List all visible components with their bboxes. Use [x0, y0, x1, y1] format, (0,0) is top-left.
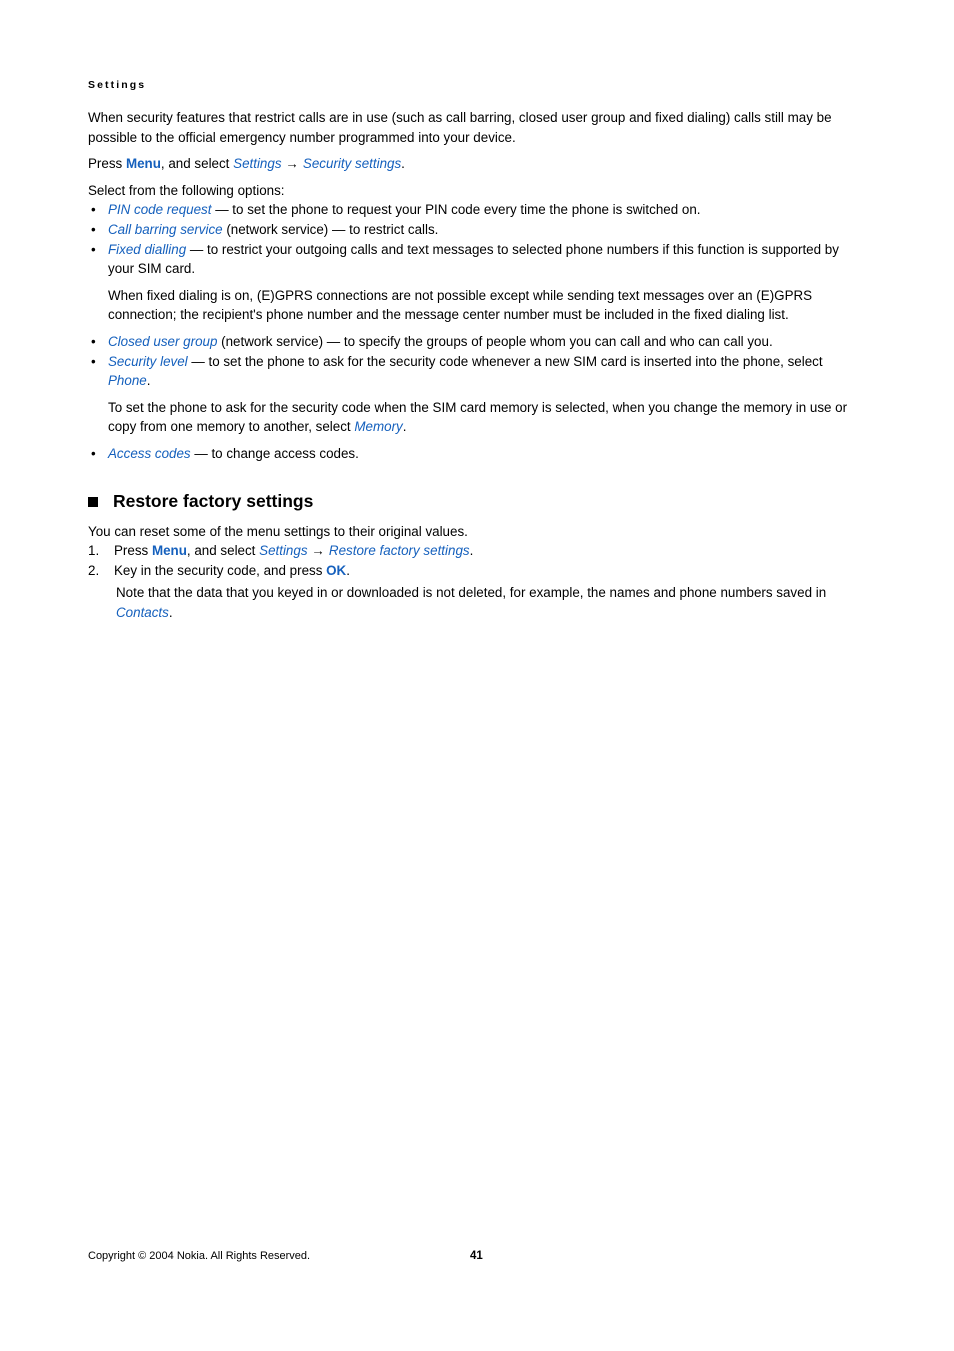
option-description: — to restrict your outgoing calls and te… [108, 241, 839, 277]
security-level-note-text: To set the phone to ask for the security… [108, 399, 848, 435]
list-item-call-barring-service: • Call barring service (network service) … [88, 220, 862, 240]
ok-key-label: OK [326, 562, 347, 578]
option-term: Closed user group [108, 333, 218, 349]
restore-note-term-contacts: Contacts [116, 604, 169, 620]
page-number: 41 [470, 1250, 483, 1262]
security-options-list-end: • Access codes — to change access codes. [88, 444, 862, 464]
restore-step-note: Note that the data that you keyed in or … [88, 583, 862, 622]
step-number: 1. [88, 543, 100, 559]
restore-note-end: . [168, 604, 173, 620]
step-suffix: . [469, 543, 474, 559]
copyright-notice: Copyright © 2004 Nokia. All Rights Reser… [88, 1250, 311, 1262]
intro-paragraph: When security features that restrict cal… [88, 110, 832, 145]
option-description: — to change access codes. [190, 445, 359, 461]
option-description: (network service) — to restrict calls. [222, 221, 439, 237]
step-item-1: 1. Press Menu, and select Settings → Restor… [88, 541, 862, 561]
square-bullet-icon [88, 496, 98, 507]
security-level-note: To set the phone to ask for the security… [88, 398, 862, 437]
running-head: Settings [88, 79, 147, 91]
press-mid: , and select [160, 156, 234, 172]
list-item-fixed-dialling: • Fixed dialling — to restrict your outgo… [88, 240, 862, 279]
list-item-security-level: • Security level — to set the phone to as… [88, 352, 862, 391]
option-description: (network service) — to specify the group… [217, 333, 773, 349]
option-description: — to set the phone to ask for the securi… [187, 353, 823, 369]
arrow-right-icon: → [311, 543, 325, 559]
menu-key-label: Menu [151, 543, 187, 559]
arrow-right-icon: → [285, 156, 299, 172]
press-menu-path-line: Press Menu, and select Settings → Security… [88, 154, 862, 174]
security-options-list-continued: • Closed user group (network service) — t… [88, 332, 862, 391]
menu-path-settings: Settings [233, 156, 282, 172]
select-options-line: Select from the following options: [88, 182, 285, 198]
option-term: Fixed dialling [108, 241, 187, 257]
section-heading-restore-factory-settings: Restore factory settings [88, 490, 862, 512]
step-prefix: Press [114, 543, 152, 559]
restore-note-text: Note that the data that you keyed in or … [116, 585, 827, 601]
security-level-note-end: . [402, 419, 407, 435]
security-level-note-term-memory: Memory [354, 419, 403, 435]
list-item-access-codes: • Access codes — to change access codes. [88, 444, 862, 464]
step-item-2: 2. Key in the security code, and press OK… [88, 561, 862, 581]
menu-key-label: Menu [125, 156, 161, 172]
bullet-icon: • [91, 333, 96, 349]
option-inline-term-phone: Phone [108, 373, 147, 389]
press-suffix: . [401, 156, 405, 172]
step-mid: , and select [186, 543, 260, 559]
option-term: Call barring service [108, 221, 223, 237]
step-number: 2. [88, 562, 100, 578]
security-options-list: • PIN code request — to set the phone to … [88, 200, 862, 278]
document-page: Settings When security features that res… [0, 0, 954, 1351]
step-prefix: Key in the security code, and press [114, 562, 327, 578]
restore-steps-list: 1. Press Menu, and select Settings → Restor… [88, 541, 862, 580]
bullet-icon: • [91, 353, 96, 369]
bullet-icon: • [91, 241, 96, 257]
option-term: Access codes [108, 445, 191, 461]
option-description-end: . [146, 373, 151, 389]
restore-intro-paragraph: You can reset some of the menu settings … [88, 523, 468, 539]
menu-path-restore-factory-settings: Restore factory settings [328, 543, 470, 559]
list-item-closed-user-group: • Closed user group (network service) — t… [88, 332, 862, 352]
option-description: — to set the phone to request your PIN c… [211, 202, 701, 218]
option-term: PIN code request [108, 202, 212, 218]
page-footer: Copyright © 2004 Nokia. All Rights Reser… [88, 1248, 862, 1264]
bullet-icon: • [91, 445, 96, 461]
bullet-icon: • [91, 202, 96, 218]
page-content: Settings When security features that res… [88, 78, 862, 622]
step-suffix: . [346, 562, 350, 578]
press-prefix: Press [88, 156, 126, 172]
option-term: Security level [108, 353, 188, 369]
menu-path-settings: Settings [259, 543, 308, 559]
bullet-icon: • [91, 221, 96, 237]
section-heading-label: Restore factory settings [113, 490, 314, 511]
fixed-dialling-note: When fixed dialing is on, (E)GPRS connec… [108, 287, 813, 323]
list-item-pin-code-request: • PIN code request — to set the phone to … [88, 200, 862, 220]
menu-path-security-settings: Security settings [302, 156, 402, 172]
